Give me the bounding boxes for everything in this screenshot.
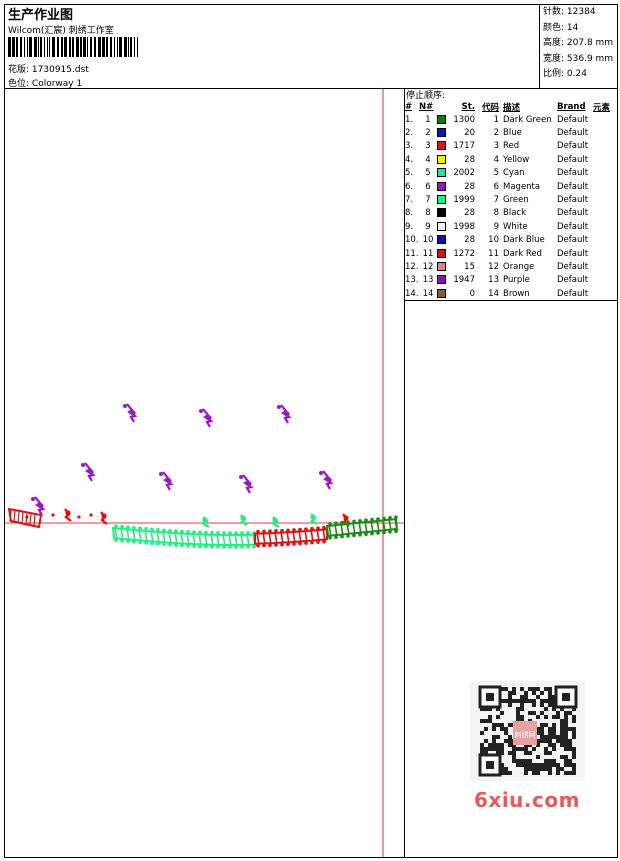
purple-flower-motif bbox=[199, 408, 214, 428]
design-file-name: 1730915.dst bbox=[31, 65, 89, 75]
purple-flower-motif bbox=[239, 474, 254, 494]
table-header-row: # N# St. 代码 描述 Brand 元素 bbox=[405, 102, 611, 113]
table-row: 11. 11 1272 11 Dark Red Default bbox=[405, 248, 589, 259]
color-swatch bbox=[437, 141, 446, 151]
stat-height: 高度: 207.8 mm bbox=[543, 38, 614, 48]
embroidery-motifs bbox=[7, 403, 399, 549]
color-swatch bbox=[437, 261, 446, 271]
color-swatch bbox=[437, 154, 446, 164]
table-row: 8. 8 28 8 Black Default bbox=[405, 208, 589, 219]
table-row: 3. 3 1717 3 Red Default bbox=[405, 141, 589, 152]
table-row: 14. 14 0 14 Brown Default bbox=[405, 288, 589, 299]
red-dot bbox=[77, 515, 81, 519]
purple-flower-motif bbox=[31, 496, 46, 516]
page-title: 生产作业图 bbox=[8, 8, 74, 23]
stats-panel: 针数: 12384 颜色: 14 高度: 207.8 mm 宽度: 536.9 … bbox=[543, 5, 613, 83]
green-flower-motif bbox=[310, 513, 318, 526]
stat-stitches: 针数: 12384 bbox=[543, 7, 596, 17]
purple-flower-motif bbox=[277, 404, 292, 424]
color-swatch bbox=[437, 114, 446, 124]
green-flower-motif bbox=[272, 516, 280, 529]
barcode bbox=[8, 37, 138, 57]
table-row: 2. 2 20 2 Blue Default bbox=[405, 128, 589, 139]
green-border-band bbox=[111, 524, 257, 549]
green-flower-motif bbox=[202, 516, 210, 529]
stats-divider bbox=[539, 4, 540, 89]
color-swatch bbox=[437, 168, 446, 178]
table-row: 9. 9 1998 9 White Default bbox=[405, 221, 589, 232]
stop-sequence-table: # N# St. 代码 描述 Brand 元素 1. 1 1300 1 Dark Gre… bbox=[405, 101, 617, 300]
stat-scale: 比例: 0.24 bbox=[543, 69, 587, 79]
stat-colors: 颜色: 14 bbox=[543, 22, 579, 33]
purple-flower-motif bbox=[123, 403, 138, 423]
table-row: 6. 6 28 6 Magenta Default bbox=[405, 181, 589, 192]
purple-flower-motif bbox=[159, 471, 174, 491]
table-row: 1. 1 1300 1 Dark Green Default bbox=[405, 114, 589, 125]
red-border-left bbox=[7, 507, 43, 529]
dark-green-border-band bbox=[325, 515, 399, 540]
table-row: 4. 4 28 4 Yellow Default bbox=[405, 154, 589, 165]
green-flower-motif bbox=[240, 514, 248, 527]
color-swatch bbox=[437, 195, 446, 205]
red-dot bbox=[89, 513, 93, 517]
color-swatch bbox=[437, 248, 446, 258]
qr-badge-text: 刺绣网 bbox=[515, 730, 536, 739]
color-swatch bbox=[437, 288, 446, 298]
red-dot bbox=[51, 513, 55, 517]
stat-width: 宽度: 536.9 mm bbox=[543, 53, 614, 64]
red-flower-motif bbox=[64, 508, 72, 522]
color-swatch bbox=[437, 208, 446, 218]
color-swatch bbox=[437, 275, 446, 285]
table-row: 5. 5 2002 5 Cyan Default bbox=[405, 168, 589, 179]
purple-flower-motif bbox=[81, 462, 96, 482]
purple-flower-motif bbox=[319, 470, 334, 490]
color-swatch bbox=[437, 235, 446, 245]
company-name: Wilcom(汇宸) 刺绣工作室 bbox=[8, 26, 114, 36]
red-border-band bbox=[254, 525, 328, 548]
table-row: 12. 12 15 12 Orange Default bbox=[405, 261, 589, 272]
red-flower-motif bbox=[100, 511, 108, 525]
qr-code: 刺绣网 bbox=[470, 681, 585, 781]
design-file-label: 花版: bbox=[8, 65, 30, 75]
table-row: 13. 13 1947 13 Purple Default bbox=[405, 275, 589, 286]
color-swatch bbox=[437, 181, 446, 191]
design-preview bbox=[5, 89, 404, 857]
table-row: 7. 7 1999 7 Green Default bbox=[405, 195, 589, 206]
stop-sequence-title: 停止顺序: bbox=[406, 91, 446, 101]
table-row: 10. 10 28 10 Dark Blue Default bbox=[405, 235, 589, 246]
design-file-line: 花版: 1730915.dst bbox=[8, 62, 89, 75]
color-swatch bbox=[437, 221, 446, 231]
watermark-site: 6xiu.com bbox=[474, 788, 580, 812]
color-swatch bbox=[437, 128, 446, 138]
